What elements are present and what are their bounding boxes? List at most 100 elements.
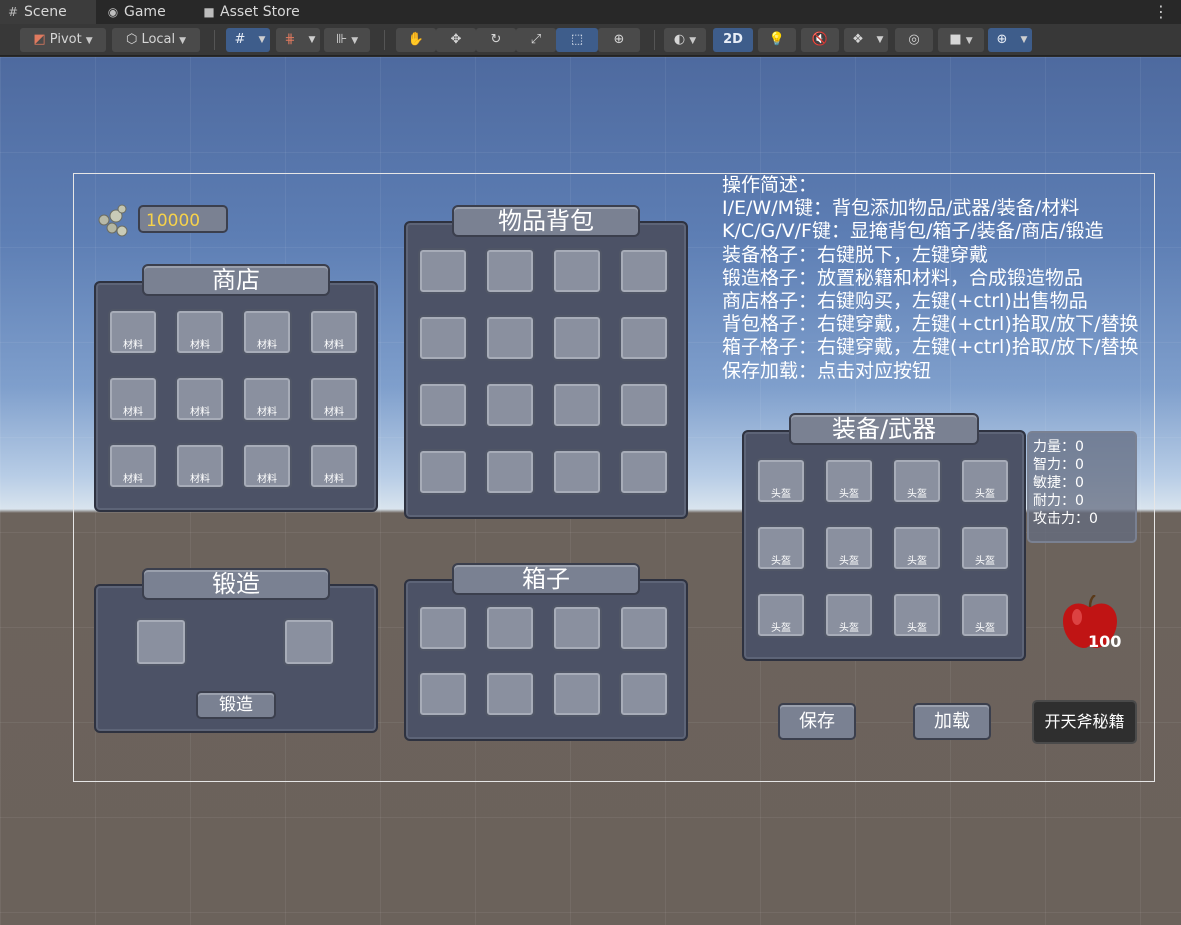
inventory-slot[interactable] (418, 315, 468, 361)
rotate-tool-button[interactable]: ↻ (476, 28, 516, 52)
shading-dropdown[interactable]: ◐ ▼ (664, 28, 706, 52)
move-tool-button[interactable]: ✥ (436, 28, 476, 52)
shop-slot[interactable]: 材料 (175, 309, 225, 355)
shop-slot[interactable]: 材料 (309, 376, 359, 422)
inventory-slot[interactable] (552, 315, 602, 361)
slot-label: 材料 (257, 340, 277, 351)
equipment-slot[interactable]: 头盔 (960, 592, 1010, 638)
inventory-slot[interactable] (552, 248, 602, 294)
scene-view[interactable]: 10000 商店 材料 材料 材料 材料 材料 材料 材料 材料 材料 材料 材料 材料 物品背包 锻… (0, 57, 1181, 925)
rect-tool-button[interactable]: ⬚ (556, 28, 598, 52)
save-button[interactable]: 保存 (778, 703, 856, 740)
effects-toggle[interactable]: ❖ (844, 28, 872, 52)
equipment-slot[interactable]: 头盔 (756, 525, 806, 571)
shop-slot[interactable]: 材料 (242, 309, 292, 355)
grid-snapping-dropdown[interactable]: ▼ (254, 28, 270, 52)
chest-slot[interactable] (418, 605, 468, 651)
chest-slot[interactable] (485, 605, 535, 651)
inventory-slot[interactable] (485, 382, 535, 428)
inventory-slot[interactable] (485, 315, 535, 361)
slot-label: 头盔 (839, 489, 859, 500)
equipment-slot[interactable]: 头盔 (960, 525, 1010, 571)
scale-tool-button[interactable]: ⤢ (516, 28, 556, 52)
chest-slot[interactable] (485, 671, 535, 717)
inventory-slot[interactable] (552, 449, 602, 495)
forge-slot[interactable] (135, 618, 187, 666)
gizmos-toggle[interactable]: ⊕ (988, 28, 1016, 52)
pivot-dropdown[interactable]: ◩ Pivot ▼ (20, 28, 106, 52)
shop-slot[interactable]: 材料 (175, 376, 225, 422)
chest-slot[interactable] (619, 671, 669, 717)
slot-label: 材料 (123, 474, 143, 485)
secret-manual-button[interactable]: 开天斧秘籍 (1032, 700, 1137, 744)
equipment-slot[interactable]: 头盔 (892, 458, 942, 504)
hand-tool-button[interactable]: ✋ (396, 28, 436, 52)
inventory-slot[interactable] (485, 449, 535, 495)
chest-slot[interactable] (552, 605, 602, 651)
tab-game-label: Game (124, 4, 166, 20)
tab-game[interactable]: ◉ Game (100, 0, 192, 24)
lighting-toggle[interactable]: 💡 (758, 28, 796, 52)
slot-label: 材料 (190, 474, 210, 485)
equipment-slot[interactable]: 头盔 (892, 525, 942, 571)
equipment-slot[interactable]: 头盔 (892, 592, 942, 638)
toggle-2d-button[interactable]: 2D (713, 28, 753, 52)
shop-slot[interactable]: 材料 (175, 443, 225, 489)
stat-line: 耐力：0 (1033, 493, 1084, 509)
inventory-slot[interactable] (619, 315, 669, 361)
inventory-slot[interactable] (619, 449, 669, 495)
tab-scene-label: Scene (24, 4, 67, 20)
effects-dropdown[interactable]: ▼ (872, 28, 888, 52)
transform-tool-button[interactable]: ⊕ (598, 28, 640, 52)
inventory-slot[interactable] (418, 382, 468, 428)
local-dropdown[interactable]: ⬡ Local ▼ (112, 28, 200, 52)
more-menu-icon[interactable]: ⋮ (1153, 0, 1169, 24)
inventory-slot[interactable] (619, 382, 669, 428)
ruler-dropdown[interactable]: ⊪ ▼ (324, 28, 370, 52)
inventory-slot[interactable] (552, 382, 602, 428)
chest-slot[interactable] (619, 605, 669, 651)
stat-line: 力量：0 (1033, 439, 1084, 455)
shop-slot[interactable]: 材料 (309, 443, 359, 489)
tab-asset-store[interactable]: ■ Asset Store (196, 0, 316, 24)
camera-dropdown[interactable]: ■ ▼ (938, 28, 984, 52)
grid-snapping-button[interactable]: # (226, 28, 254, 52)
increment-snap-dropdown[interactable]: ▼ (304, 28, 320, 52)
shop-slot[interactable]: 材料 (242, 443, 292, 489)
forge-button[interactable]: 锻造 (196, 691, 276, 719)
shop-slot[interactable]: 材料 (108, 443, 158, 489)
inventory-slot[interactable] (418, 449, 468, 495)
inventory-slot[interactable] (485, 248, 535, 294)
load-button[interactable]: 加载 (913, 703, 991, 740)
equipment-title: 装备/武器 (789, 413, 979, 445)
shop-slot[interactable]: 材料 (309, 309, 359, 355)
forge-slot[interactable] (283, 618, 335, 666)
slot-label: 头盔 (975, 623, 995, 634)
inventory-slot[interactable] (619, 248, 669, 294)
equipment-slot[interactable]: 头盔 (824, 458, 874, 504)
visibility-toggle[interactable]: ◎ (895, 28, 933, 52)
increment-snap-icon: ⋕ (284, 32, 296, 47)
chest-slot[interactable] (418, 671, 468, 717)
chevron-down-icon: ▼ (351, 36, 359, 46)
pivot-icon: ◩ (33, 32, 46, 47)
coin-pile-icon (98, 204, 128, 237)
equipment-slot[interactable]: 头盔 (824, 592, 874, 638)
equipment-slot[interactable]: 头盔 (756, 458, 806, 504)
shop-slot[interactable]: 材料 (108, 309, 158, 355)
stat-line: 敏捷：0 (1033, 475, 1084, 491)
audio-toggle[interactable]: 🔇 (801, 28, 839, 52)
equipment-slot[interactable]: 头盔 (756, 592, 806, 638)
shop-slot[interactable]: 材料 (242, 376, 292, 422)
gizmos-dropdown[interactable]: ▼ (1016, 28, 1032, 52)
equipment-slot[interactable]: 头盔 (824, 525, 874, 571)
instruction-line: 商店格子：右键购买，左键(+ctrl)出售物品 (722, 290, 1088, 313)
local-label: Local (141, 32, 176, 47)
increment-snap-button[interactable]: ⋕ (276, 28, 304, 52)
tab-scene[interactable]: # Scene (0, 0, 96, 24)
shop-slot[interactable]: 材料 (108, 376, 158, 422)
equipment-slot[interactable]: 头盔 (960, 458, 1010, 504)
instruction-line: 装备格子：右键脱下，左键穿戴 (722, 243, 989, 266)
inventory-slot[interactable] (418, 248, 468, 294)
chest-slot[interactable] (552, 671, 602, 717)
